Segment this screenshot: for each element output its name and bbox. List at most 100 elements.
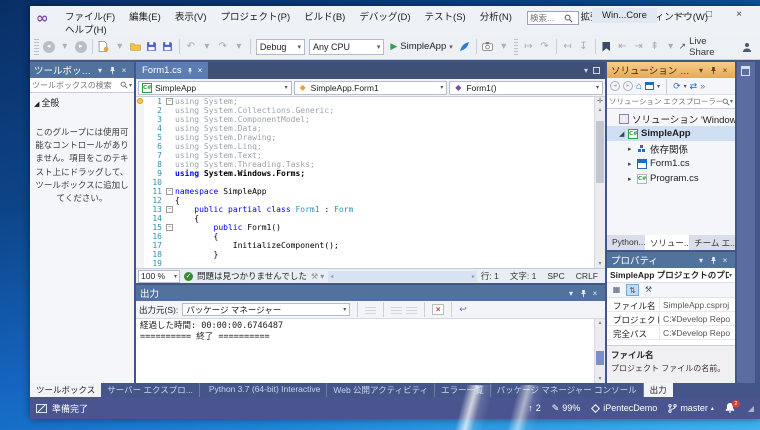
breakpoint-margin[interactable] (136, 133, 144, 142)
outlining-margin[interactable] (166, 133, 175, 142)
collapsed-arrow-icon[interactable]: ▸ (628, 175, 637, 183)
forward-icon[interactable]: ▸ (623, 81, 633, 91)
output-source-dropdown[interactable]: パッケージ マネージャー▾ (182, 303, 350, 316)
dock-tab[interactable]: ツールボックス (30, 383, 101, 397)
property-pages-icon[interactable]: ⚒ (642, 284, 655, 296)
feedback-icon[interactable] (740, 39, 754, 54)
outlining-margin[interactable] (166, 169, 175, 178)
auto-hide-tab[interactable] (737, 62, 755, 383)
menu-item[interactable]: プロジェクト(P) (213, 8, 297, 24)
code-line[interactable]: 1−using System; (136, 97, 594, 106)
output-menu-icon[interactable]: ▾ (565, 289, 577, 298)
search-options-icon[interactable]: ▾ (128, 82, 132, 89)
properties-title-bar[interactable]: プロパティ ▾ × (607, 252, 735, 268)
start-debugging-button[interactable]: ▶ SimpleApp ▾ (390, 41, 452, 52)
output-pin-icon[interactable] (577, 288, 589, 297)
tree-item[interactable]: ソリューション 'WindowsFormDo (607, 111, 735, 126)
maximize-button[interactable]: □ (694, 6, 724, 23)
close-button[interactable]: × (724, 6, 754, 23)
collapsed-arrow-icon[interactable]: ▸ (628, 160, 637, 168)
run-to-cursor-icon[interactable]: ↧ (576, 39, 590, 54)
outlining-margin[interactable] (166, 115, 175, 124)
solution-explorer-title-bar[interactable]: ソリューション エクスプローラー ▾ × (607, 62, 735, 78)
property-row[interactable]: プロジェクト フォC:¥Develop Repo (607, 312, 735, 326)
clear-bookmarks-icon[interactable]: ⇞ (648, 39, 662, 54)
health-status-text[interactable]: 問題は見つかりませんでした (197, 270, 307, 282)
scroll-up-icon[interactable]: ▴ (595, 106, 605, 113)
solution-explorer-pin-icon[interactable] (707, 65, 719, 74)
step-into-icon[interactable]: ↦ (521, 39, 535, 54)
code-line[interactable]: 8using System.Threading.Tasks; (136, 160, 594, 169)
breakpoint-margin[interactable] (136, 169, 144, 178)
breakpoint-margin[interactable] (136, 151, 144, 160)
alphabetical-sort-icon[interactable]: ⇅ (626, 284, 639, 296)
notifications-button[interactable]: 2 (725, 403, 735, 413)
code-line[interactable]: 6using System.Linq; (136, 142, 594, 151)
tab-close-icon[interactable]: × (198, 66, 203, 75)
goto-message-icon[interactable] (365, 305, 376, 314)
screenshot-dropdown-icon[interactable]: ▾ (497, 39, 511, 54)
clear-all-icon[interactable]: × (432, 304, 444, 315)
next-message-icon[interactable] (406, 305, 417, 314)
new-item-icon[interactable] (97, 39, 111, 54)
save-icon[interactable] (145, 39, 159, 54)
code-line[interactable]: 19 (136, 259, 594, 268)
navigate-forward-icon[interactable]: ▸ (74, 39, 88, 54)
breakpoint-margin[interactable] (136, 106, 144, 115)
code-line[interactable]: 18 } (136, 250, 594, 259)
scroll-right-icon[interactable]: ▸ (472, 273, 475, 280)
outlining-margin[interactable]: − (166, 97, 175, 106)
pending-changes-button[interactable]: ✎ 99% (552, 403, 581, 414)
screenshot-icon[interactable] (481, 39, 495, 54)
breakpoint-margin[interactable] (136, 115, 144, 124)
code-line[interactable]: 15− public Form1() (136, 223, 594, 232)
solution-explorer-close-icon[interactable]: × (719, 66, 731, 75)
code-line[interactable]: 7using System.Text; (136, 151, 594, 160)
property-value[interactable]: C:¥Develop Repo (659, 326, 735, 339)
outlining-margin[interactable] (166, 259, 175, 268)
chevron-down-icon[interactable]: ▾ (684, 83, 687, 90)
property-value[interactable]: SimpleApp.csproj (659, 298, 735, 311)
fold-collapse-icon[interactable]: − (166, 224, 173, 231)
output-vertical-scrollbar[interactable]: ▴ ▾ (594, 319, 605, 383)
previous-bookmark-icon[interactable]: ⇤ (615, 39, 629, 54)
fold-collapse-icon[interactable]: − (166, 98, 173, 105)
resize-grip[interactable]: ◢ (748, 404, 754, 413)
type-dropdown[interactable]: SimpleApp.Form1 ▾ (294, 81, 448, 95)
home-icon[interactable]: ⌂ (636, 81, 642, 92)
code-editor[interactable]: 1−using System;2using System.Collections… (136, 97, 605, 268)
sync-with-active-document-icon[interactable]: ⇄ (690, 81, 698, 92)
breakpoint-margin[interactable] (136, 214, 144, 223)
scroll-down-icon[interactable]: ▾ (595, 375, 605, 382)
undo-dropdown-icon[interactable]: ▾ (200, 39, 214, 54)
code-cleanup-icon[interactable]: ⚒ ▾ (311, 272, 324, 281)
code-line[interactable]: 9using System.Windows.Forms; (136, 169, 594, 178)
notifications-tab-icon[interactable] (741, 66, 750, 76)
quick-search-box[interactable] (527, 11, 579, 25)
solution-search-box[interactable]: ▾ (607, 95, 735, 109)
bookmark-icon[interactable] (599, 39, 613, 54)
outlining-margin[interactable] (166, 124, 175, 133)
solution-platform-dropdown[interactable]: Any CPU▾ (309, 39, 384, 55)
toolbar-grip-2[interactable] (514, 39, 519, 55)
editor-dropdown-icon[interactable]: ▾ (584, 66, 588, 75)
switch-views-icon[interactable] (645, 82, 654, 90)
toolbox-pin-icon[interactable] (106, 65, 118, 74)
toolbar-overflow-icon[interactable]: ▾ (664, 39, 678, 54)
search-options-icon[interactable]: ▾ (730, 98, 733, 105)
properties-object-dropdown[interactable]: SimpleApp プロジェクトのプロパテ ▾ (607, 268, 735, 283)
properties-close-icon[interactable]: × (719, 256, 731, 265)
menu-item[interactable]: ヘルプ(H) (58, 21, 114, 37)
outlining-margin[interactable]: − (166, 187, 175, 196)
menu-item[interactable]: 表示(V) (168, 8, 214, 24)
properties-pin-icon[interactable] (707, 255, 719, 264)
breakpoint-margin[interactable] (136, 178, 144, 187)
fold-collapse-icon[interactable]: − (166, 206, 173, 213)
publish-icon[interactable] (458, 39, 472, 54)
breakpoint-margin[interactable] (136, 205, 144, 214)
outlining-margin[interactable] (166, 196, 175, 205)
dock-tab[interactable]: Web 公開アクティビティ (327, 383, 435, 397)
editor-options-icon[interactable] (593, 67, 600, 74)
scrollbar-thumb[interactable] (596, 121, 604, 183)
previous-message-icon[interactable] (391, 305, 402, 314)
